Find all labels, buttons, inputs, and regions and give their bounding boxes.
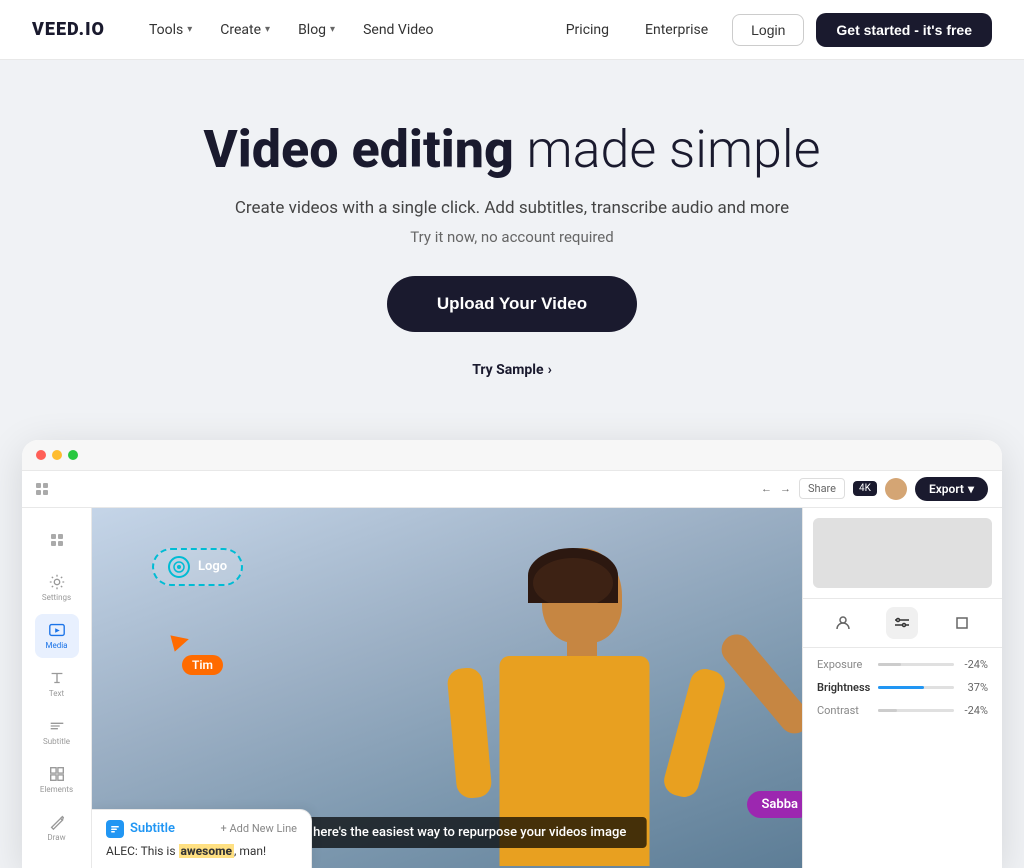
- window-bar: [22, 440, 1002, 471]
- quality-badge: 4K: [853, 481, 877, 496]
- topbar-right: ← → Share 4K Export ▾: [761, 477, 988, 501]
- brand-logo[interactable]: VEED.IO: [32, 19, 105, 40]
- nav-pricing[interactable]: Pricing: [554, 16, 621, 44]
- logo-annotation-text: Logo: [198, 559, 227, 574]
- panel-sliders: Exposure -24% Brightness 37%: [803, 648, 1002, 727]
- editor-right-panel: Exposure -24% Brightness 37%: [802, 508, 1002, 868]
- logo-annotation: Logo: [152, 548, 243, 586]
- contrast-slider-row: Contrast -24%: [817, 704, 988, 717]
- editor-preview: ← → Share 4K Export ▾ Settings: [22, 440, 1002, 868]
- video-thumbnail: [813, 518, 992, 588]
- hero-title: Video editing made simple: [20, 120, 1004, 180]
- panel-tab-person[interactable]: [827, 607, 859, 639]
- topbar-left: [36, 483, 48, 495]
- hero-section: Video editing made simple Create videos …: [0, 60, 1024, 440]
- cursor-name-label: Tim: [182, 655, 223, 675]
- panel-tab-adjustments[interactable]: [886, 607, 918, 639]
- navbar-right: Pricing Enterprise Login Get started - i…: [554, 13, 992, 47]
- brightness-slider-row: Brightness 37%: [817, 681, 988, 694]
- nav-send-video[interactable]: Send Video: [351, 16, 445, 44]
- editor-sidebar: Settings Media Text Subtitle Elements: [22, 508, 92, 868]
- subtitle-panel: Subtitle + Add New Line ALEC: This is aw…: [92, 809, 312, 868]
- sidebar-media-button[interactable]: Media: [35, 614, 79, 658]
- editor-canvas: Logo ▶ Tim DIANA: here's the easiest way…: [92, 508, 802, 868]
- export-chevron-icon: ▾: [968, 482, 974, 496]
- hero-tagline: Try it now, no account required: [20, 228, 1004, 246]
- sabba-annotation: Sabba: [747, 791, 802, 818]
- sidebar-text-button[interactable]: Text: [35, 662, 79, 706]
- sidebar-draw-button[interactable]: Draw: [35, 806, 79, 850]
- nav-back-arrow[interactable]: ←: [761, 482, 772, 495]
- share-button[interactable]: Share: [799, 478, 845, 499]
- sidebar-settings-button[interactable]: Settings: [35, 566, 79, 610]
- exposure-slider[interactable]: [878, 663, 954, 666]
- window-dot-yellow: [52, 450, 62, 460]
- nav-forward-arrow[interactable]: →: [780, 482, 791, 495]
- sidebar-subtitle-button[interactable]: Subtitle: [35, 710, 79, 754]
- sidebar-grid-button[interactable]: [35, 518, 79, 562]
- hero-subtitle: Create videos with a single click. Add s…: [20, 198, 1004, 218]
- try-sample-link[interactable]: Try Sample ›: [20, 362, 1004, 378]
- upload-video-button[interactable]: Upload Your Video: [387, 276, 637, 332]
- nav-tools[interactable]: Tools ▾: [137, 16, 204, 44]
- editor-topbar: ← → Share 4K Export ▾: [22, 471, 1002, 508]
- create-chevron-icon: ▾: [265, 24, 270, 35]
- menu-grid-icon: [36, 483, 48, 495]
- panel-tabs: [803, 598, 1002, 648]
- subtitle-panel-header: Subtitle + Add New Line: [106, 820, 297, 838]
- login-button[interactable]: Login: [732, 14, 804, 46]
- navbar: VEED.IO Tools ▾ Create ▾ Blog ▾ Send Vid…: [0, 0, 1024, 60]
- contrast-slider[interactable]: [878, 709, 954, 712]
- window-dot-green: [68, 450, 78, 460]
- blog-chevron-icon: ▾: [330, 24, 335, 35]
- export-button[interactable]: Export ▾: [915, 477, 988, 501]
- get-started-button[interactable]: Get started - it's free: [816, 13, 992, 47]
- subtitle-chip-icon: [106, 820, 124, 838]
- cursor-annotation: ▶ Tim: [172, 628, 223, 675]
- exposure-slider-row: Exposure -24%: [817, 658, 988, 671]
- hero-title-bold: Video editing: [204, 119, 514, 180]
- tools-chevron-icon: ▾: [187, 24, 192, 35]
- nav-blog[interactable]: Blog ▾: [286, 16, 347, 44]
- hero-title-light: made simple: [514, 119, 821, 180]
- user-avatar: [885, 478, 907, 500]
- add-new-line-button[interactable]: + Add New Line: [221, 822, 297, 835]
- nav-create[interactable]: Create ▾: [208, 16, 282, 44]
- panel-tab-crop[interactable]: [946, 607, 978, 639]
- window-dot-red: [36, 450, 46, 460]
- cursor-arrow-icon: ▶: [169, 626, 192, 655]
- editor-body: Settings Media Text Subtitle Elements: [22, 508, 1002, 868]
- sidebar-elements-button[interactable]: Elements: [35, 758, 79, 802]
- brightness-slider[interactable]: [878, 686, 954, 689]
- nav-enterprise[interactable]: Enterprise: [633, 16, 720, 44]
- subtitle-chip: Subtitle: [106, 820, 175, 838]
- logo-circle-icon: [168, 556, 190, 578]
- nav-links: Tools ▾ Create ▾ Blog ▾ Send Video: [137, 16, 554, 44]
- subtitle-text: ALEC: This is awesome, man!: [106, 844, 297, 858]
